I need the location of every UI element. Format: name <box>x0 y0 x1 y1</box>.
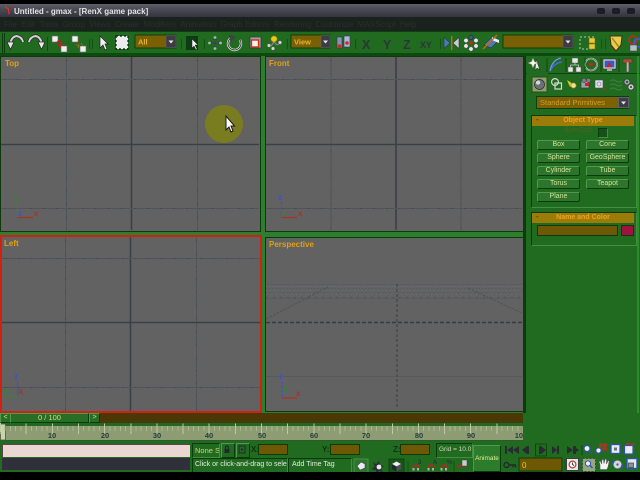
svg-text:XY: XY <box>420 40 432 50</box>
svg-text:0: 0 <box>522 461 527 470</box>
svg-text:30: 30 <box>153 431 161 440</box>
svg-text:x: x <box>296 389 301 398</box>
svg-text:10: 10 <box>48 431 56 440</box>
svg-text:x: x <box>298 209 303 218</box>
svg-text:x: x <box>34 209 39 218</box>
svg-text:y: y <box>14 192 19 201</box>
svg-text:100: 100 <box>515 431 523 440</box>
svg-text:z: z <box>278 193 282 202</box>
svg-text:z: z <box>279 372 283 381</box>
svg-text:All: All <box>138 38 148 47</box>
svg-text:A: A <box>433 460 437 466</box>
svg-text:View: View <box>294 38 311 47</box>
svg-text:90: 90 <box>467 431 475 440</box>
svg-text:%: % <box>447 460 453 466</box>
svg-text:z: z <box>18 209 22 218</box>
svg-text:Z: Z <box>403 38 411 52</box>
svg-text:60: 60 <box>310 431 318 440</box>
svg-text:X: X <box>362 38 371 52</box>
svg-text:Y: Y <box>383 38 392 52</box>
svg-text:x: x <box>19 387 24 396</box>
svg-text:40: 40 <box>205 431 213 440</box>
svg-text:50: 50 <box>258 431 266 440</box>
svg-text:3: 3 <box>418 460 422 466</box>
svg-text:70: 70 <box>362 431 370 440</box>
svg-text:80: 80 <box>415 431 423 440</box>
svg-text:y: y <box>283 384 288 393</box>
svg-text:y: y <box>3 386 8 395</box>
svg-text:z: z <box>14 372 18 381</box>
svg-text:20: 20 <box>101 431 109 440</box>
